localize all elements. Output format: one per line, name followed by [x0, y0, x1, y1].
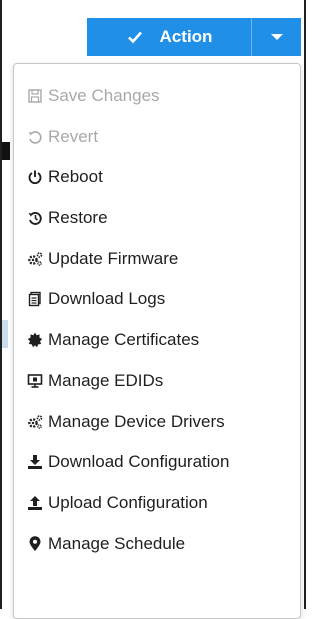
restore-icon [26, 209, 44, 227]
menu-item-label: Reboot [48, 167, 103, 186]
menu-item-restore[interactable]: Restore [26, 207, 108, 229]
action-dropdown-toggle[interactable] [252, 18, 301, 56]
check-icon [126, 28, 144, 46]
revert-icon [26, 128, 44, 146]
menu-item-label: Download Logs [48, 289, 166, 308]
monitor-icon [26, 372, 44, 390]
background-element [2, 320, 8, 348]
menu-item-download-configuration[interactable]: Download Configuration [26, 451, 229, 473]
menu-item-upload-configuration[interactable]: Upload Configuration [26, 492, 208, 514]
menu-item-label: Download Configuration [48, 452, 230, 471]
menu-item-label: Save Changes [48, 86, 160, 105]
power-icon [26, 168, 44, 186]
menu-item-label: Revert [48, 127, 99, 146]
map-marker-icon [26, 535, 44, 553]
menu-item-update-firmware[interactable]: Update Firmware [26, 248, 178, 270]
menu-item-manage-schedule[interactable]: Manage Schedule [26, 533, 185, 555]
menu-item-label: Upload Configuration [48, 493, 208, 512]
action-split-button: Action [87, 18, 301, 56]
menu-item-reboot[interactable]: Reboot [26, 166, 103, 188]
upload-icon [26, 494, 44, 512]
window-border-right [304, 0, 306, 609]
caret-down-icon [270, 34, 283, 40]
action-dropdown-menu: Save Changes Revert Reboot Restore Updat… [13, 63, 301, 619]
menu-item-label: Restore [48, 208, 108, 227]
menu-item-label: Manage Schedule [48, 534, 186, 553]
menu-item-label: Update Firmware [48, 249, 179, 268]
window-border-left [0, 0, 2, 609]
gears-icon [26, 250, 44, 268]
download-icon [26, 453, 44, 471]
menu-item-revert: Revert [26, 126, 98, 148]
gears-icon [26, 413, 44, 431]
menu-item-manage-edids[interactable]: Manage EDIDs [26, 370, 163, 392]
menu-item-manage-device-drivers[interactable]: Manage Device Drivers [26, 411, 225, 433]
action-button-label: Action [159, 27, 213, 46]
action-button[interactable]: Action [87, 18, 251, 56]
menu-item-label: Manage Certificates [48, 330, 200, 349]
menu-item-manage-certificates[interactable]: Manage Certificates [26, 329, 199, 351]
menu-item-label: Manage EDIDs [48, 371, 164, 390]
save-icon [26, 87, 44, 105]
certificate-icon [26, 331, 44, 349]
menu-item-save-changes: Save Changes [26, 85, 160, 107]
logs-icon [26, 290, 44, 308]
background-element [2, 142, 10, 160]
menu-item-download-logs[interactable]: Download Logs [26, 288, 165, 310]
menu-item-label: Manage Device Drivers [48, 412, 225, 431]
